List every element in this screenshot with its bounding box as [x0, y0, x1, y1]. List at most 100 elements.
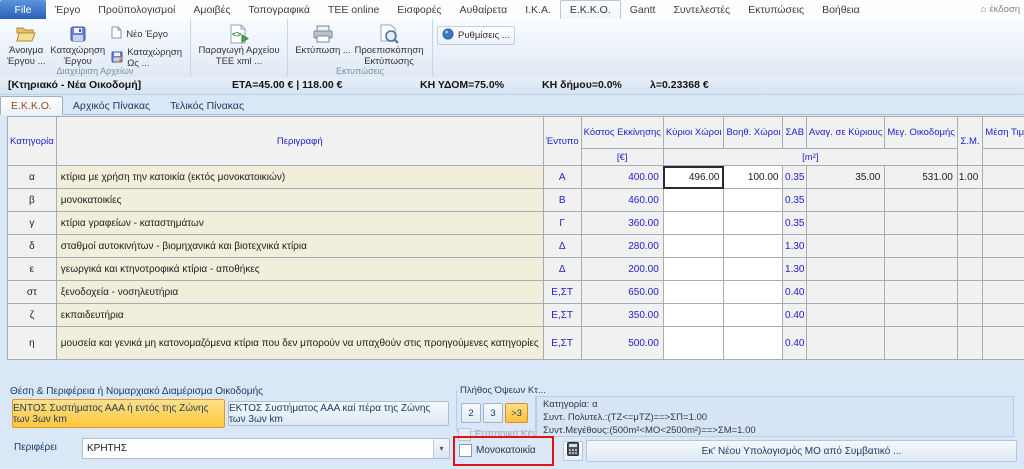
cell-entypo[interactable]: Δ: [543, 235, 581, 258]
cell-mesi[interactable]: [983, 304, 1024, 327]
cell-voith[interactable]: [724, 212, 783, 235]
cell-meg[interactable]: [885, 258, 958, 281]
chevron-down-icon[interactable]: ▾: [433, 439, 449, 458]
menu-item-topografika[interactable]: Τοπογραφικά: [239, 0, 319, 19]
menu-item-ika[interactable]: Ι.Κ.Α.: [516, 0, 560, 19]
menu-item-syntelestes[interactable]: Συντελεστές: [664, 0, 739, 19]
print-preview-button[interactable]: Προεπισκόπηση Εκτύπωσης: [354, 21, 424, 67]
column-header-voith[interactable]: Βοηθ. Χώροι: [724, 117, 783, 149]
cell-meg[interactable]: [885, 235, 958, 258]
cell-kyrioi[interactable]: [663, 258, 724, 281]
cell-anag[interactable]: [807, 327, 885, 360]
menu-item-ekko-active[interactable]: Ε.Κ.Κ.Ο.: [560, 0, 621, 19]
cell-sm[interactable]: [957, 212, 982, 235]
faces-3-button[interactable]: 3: [483, 403, 503, 423]
cell-sm[interactable]: [957, 258, 982, 281]
cell-cat[interactable]: δ: [8, 235, 57, 258]
menu-item-authaireta[interactable]: Αυθαίρετα: [450, 0, 516, 19]
cell-voith[interactable]: [724, 327, 783, 360]
cell-entypo[interactable]: Ε,ΣΤ: [543, 304, 581, 327]
cell-mesi[interactable]: [983, 212, 1024, 235]
cell-sav[interactable]: 0.40: [783, 304, 807, 327]
cell-kyrioi[interactable]: [663, 212, 724, 235]
cell-kostos[interactable]: 360.00: [581, 212, 663, 235]
open-project-button[interactable]: Άνοιγμα Έργου ...: [4, 21, 48, 67]
cell-sm[interactable]: [957, 327, 982, 360]
xml-export-button[interactable]: <> Παραγωγή Αρχείου ΤΕΕ xml ...: [195, 21, 283, 67]
cell-cat[interactable]: ε: [8, 258, 57, 281]
cell-sm[interactable]: 1.00: [957, 166, 982, 189]
cell-sav[interactable]: 0.35: [783, 212, 807, 235]
cell-kostos[interactable]: 500.00: [581, 327, 663, 360]
cell-kostos[interactable]: 650.00: [581, 281, 663, 304]
ektos-aaa-button[interactable]: ΕΚΤΟΣ Συστήματος ΑΑΑ καί πέρα της Ζώνης …: [228, 401, 449, 426]
cell-entypo[interactable]: Α: [543, 166, 581, 189]
cell-cat[interactable]: ζ: [8, 304, 57, 327]
cell-desc[interactable]: ξενοδοχεία - νοσηλευτήρια: [56, 281, 543, 304]
calculator-button[interactable]: [563, 441, 583, 461]
cell-entypo[interactable]: Β: [543, 189, 581, 212]
cell-anag[interactable]: [807, 189, 885, 212]
cell-kyrioi[interactable]: [663, 189, 724, 212]
tab-telikos-pinakas[interactable]: Τελικός Πίνακας: [160, 97, 254, 114]
tab-ekko[interactable]: Ε.Κ.Κ.Ο.: [0, 96, 63, 115]
cell-cat[interactable]: η: [8, 327, 57, 360]
cell-desc[interactable]: κτίρια με χρήση την κατοικία (εκτός μονο…: [56, 166, 543, 189]
cell-mesi[interactable]: 737.65: [983, 166, 1024, 189]
cell-voith[interactable]: [724, 281, 783, 304]
cell-anag[interactable]: [807, 212, 885, 235]
cell-sm[interactable]: [957, 235, 982, 258]
cell-desc[interactable]: μουσεία και γενικά μη κατονομαζόμενα κτί…: [56, 327, 543, 360]
cell-kostos[interactable]: 280.00: [581, 235, 663, 258]
cell-entypo[interactable]: Δ: [543, 258, 581, 281]
cell-mesi[interactable]: [983, 258, 1024, 281]
cell-sav[interactable]: 1.30: [783, 235, 807, 258]
cell-mesi[interactable]: [983, 235, 1024, 258]
cell-meg[interactable]: [885, 304, 958, 327]
menu-item-amoives[interactable]: Αμοιβές: [184, 0, 239, 19]
print-button[interactable]: Εκτύπωση ...: [292, 21, 354, 57]
cell-anag[interactable]: [807, 235, 885, 258]
cell-meg[interactable]: [885, 327, 958, 360]
menu-item-tee-online[interactable]: ΤΕΕ online: [319, 0, 388, 19]
faces-gt3-button-selected[interactable]: >3: [505, 403, 528, 423]
cell-cat[interactable]: β: [8, 189, 57, 212]
cell-entypo[interactable]: Ε,ΣΤ: [543, 327, 581, 360]
cell-sav[interactable]: 0.35: [783, 166, 807, 189]
cell-sm[interactable]: [957, 189, 982, 212]
cell-desc[interactable]: σταθμοί αυτοκινήτων - βιομηχανικά και βι…: [56, 235, 543, 258]
cell-kyrioi[interactable]: [663, 281, 724, 304]
save-project-button[interactable]: Καταχώρηση Έργου: [48, 21, 107, 67]
cell-meg[interactable]: [885, 189, 958, 212]
cell-voith[interactable]: [724, 304, 783, 327]
cell-cat[interactable]: α: [8, 166, 57, 189]
cell-kyrioi[interactable]: [663, 235, 724, 258]
column-header-kostos[interactable]: Κόστος Εκκίνησης: [581, 117, 663, 149]
cell-kostos[interactable]: 460.00: [581, 189, 663, 212]
cell-sm[interactable]: [957, 304, 982, 327]
recalc-mo-button[interactable]: Εκ' Νέου Υπολογισμός ΜΟ από Συμβατικό ..…: [586, 440, 1017, 462]
faces-2-button[interactable]: 2: [461, 403, 481, 423]
cell-anag[interactable]: [807, 258, 885, 281]
menu-item-proypologismoi[interactable]: Προϋπολογισμοί: [89, 0, 184, 19]
region-combobox[interactable]: ΚΡΗΤΗΣ ▾: [82, 438, 450, 459]
new-project-button[interactable]: Νέο Έργο: [107, 25, 186, 43]
column-header-category[interactable]: Κατηγορία: [8, 117, 57, 166]
cell-voith[interactable]: [724, 189, 783, 212]
column-header-kyrioi[interactable]: Κύριοι Χώροι: [663, 117, 724, 149]
cell-meg[interactable]: 531.00: [885, 166, 958, 189]
cell-voith[interactable]: 100.00: [724, 166, 783, 189]
column-header-meg[interactable]: Μεγ. Οικοδομής: [885, 117, 958, 149]
cell-voith[interactable]: [724, 235, 783, 258]
cell-sav[interactable]: 0.40: [783, 281, 807, 304]
cell-kyrioi-selected[interactable]: 496.00: [663, 166, 724, 189]
cell-kostos[interactable]: 350.00: [581, 304, 663, 327]
cell-mesi[interactable]: [983, 281, 1024, 304]
settings-button[interactable]: Ρυθμίσεις ...: [437, 26, 515, 45]
column-header-sm[interactable]: Σ.Μ.: [957, 117, 982, 166]
column-header-sav[interactable]: ΣΑΒ: [783, 117, 807, 149]
cell-entypo[interactable]: Γ: [543, 212, 581, 235]
cell-meg[interactable]: [885, 212, 958, 235]
menu-item-ergo[interactable]: Έργο: [46, 0, 89, 19]
cell-kyrioi[interactable]: [663, 304, 724, 327]
